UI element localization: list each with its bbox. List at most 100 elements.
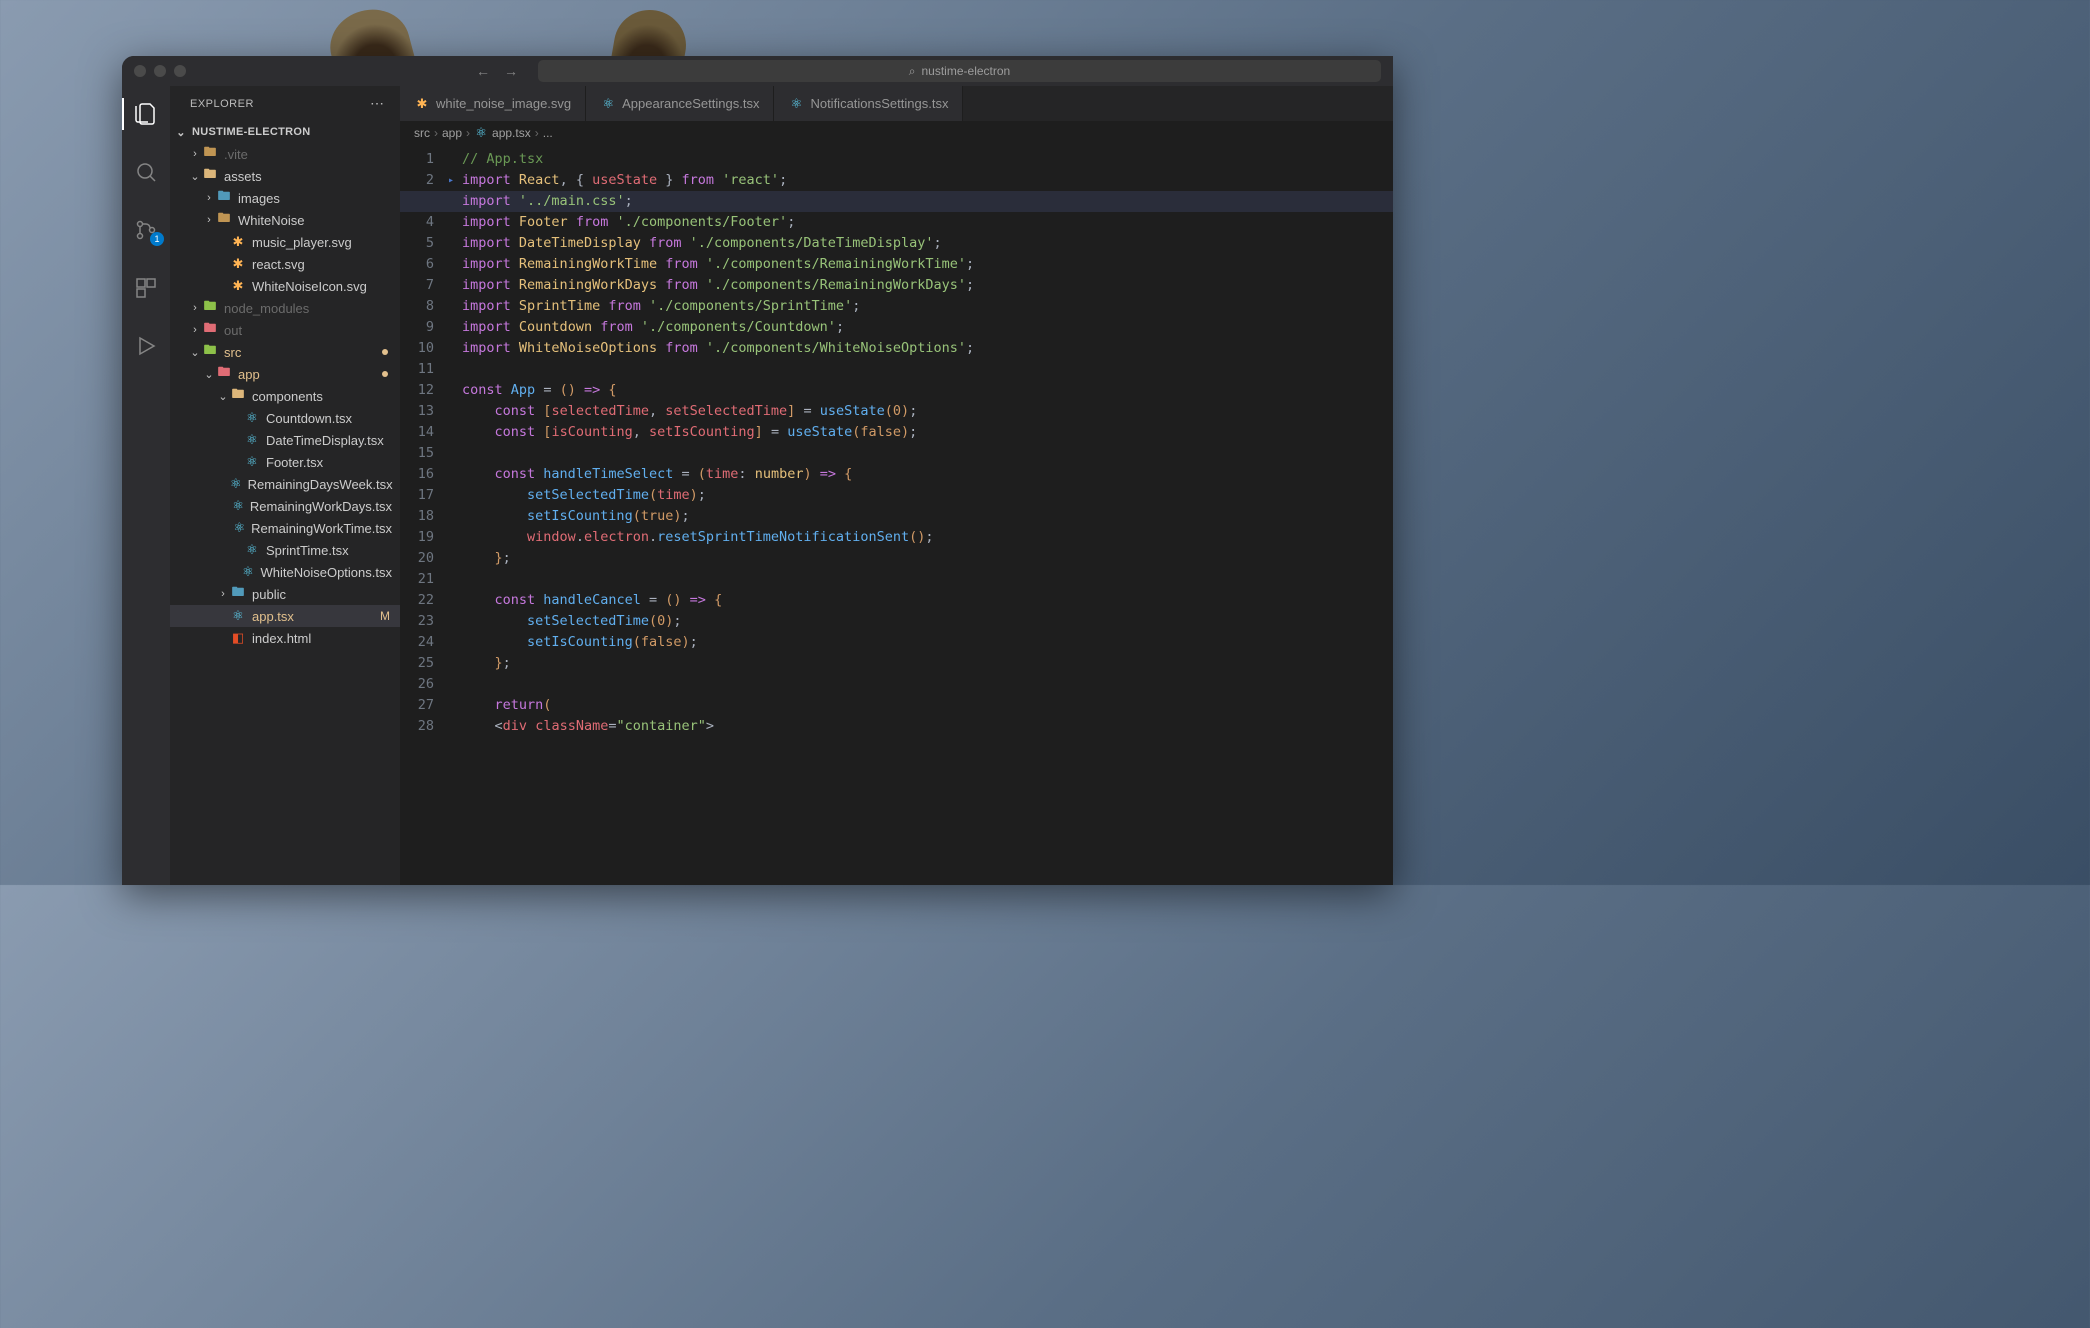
tree-label: app	[238, 367, 260, 382]
tree-folder-app[interactable]: ⌄ 🖿 app	[170, 363, 400, 385]
editor-tabs: ✱ white_noise_image.svg ⚛ AppearanceSett…	[400, 86, 1393, 121]
tree-folder-components[interactable]: ⌄ 🖿 components	[170, 385, 400, 407]
folder-icon: 🖿	[230, 388, 246, 404]
tree-file-whitenoiseicon[interactable]: ✱ WhiteNoiseIcon.svg	[170, 275, 400, 297]
fold-column: ▸▸	[448, 145, 462, 885]
tree-label: WhiteNoiseIcon.svg	[252, 279, 367, 294]
code-content[interactable]: // App.tsximport React, { useState } fro…	[462, 145, 1393, 885]
tree-file-remainingworkdays[interactable]: ⚛ RemainingWorkDays.tsx	[170, 495, 400, 517]
activity-explorer[interactable]	[122, 94, 170, 134]
folder-icon: 🖿	[216, 212, 232, 228]
tree-folder-src[interactable]: ⌄ 🖿 src	[170, 341, 400, 363]
tree-folder-public[interactable]: › 🖿 public	[170, 583, 400, 605]
react-icon: ⚛	[474, 125, 488, 141]
tab-notifications-settings[interactable]: ⚛ NotificationsSettings.tsx	[774, 86, 963, 121]
react-icon: ⚛	[230, 608, 246, 624]
html-icon: ◧	[230, 630, 246, 646]
tree-label: node_modules	[224, 301, 309, 316]
command-center[interactable]: ⌕ nustime-electron	[538, 60, 1381, 82]
tree-label: RemainingWorkTime.tsx	[251, 521, 392, 536]
activity-search[interactable]	[122, 152, 170, 192]
activity-run[interactable]	[122, 326, 170, 366]
project-header[interactable]: ⌄ NUSTIME-ELECTRON	[170, 121, 400, 143]
editor: ✱ white_noise_image.svg ⚛ AppearanceSett…	[400, 86, 1393, 885]
tab-label: NotificationsSettings.tsx	[810, 96, 948, 111]
sidebar-more-icon[interactable]: ⋯	[370, 95, 386, 112]
tab-label: AppearanceSettings.tsx	[622, 96, 759, 111]
tree-file-remainingdaysweek[interactable]: ⚛ RemainingDaysWeek.tsx	[170, 473, 400, 495]
react-icon: ⚛	[232, 498, 244, 514]
chevron-down-icon: ⌄	[188, 170, 202, 183]
chevron-right-icon: ›	[202, 214, 216, 226]
activity-scm[interactable]: 1	[122, 210, 170, 250]
tree-file-datetimedisplay[interactable]: ⚛ DateTimeDisplay.tsx	[170, 429, 400, 451]
tree-label: images	[238, 191, 280, 206]
breadcrumb-segment[interactable]: app.tsx	[492, 126, 531, 140]
tree-file-music-player[interactable]: ✱ music_player.svg	[170, 231, 400, 253]
react-icon: ⚛	[600, 96, 616, 112]
tree-folder-out[interactable]: › 🖿 out	[170, 319, 400, 341]
svg-icon: ✱	[230, 234, 246, 250]
breadcrumb-segment[interactable]: src	[414, 126, 430, 140]
project-name: NUSTIME-ELECTRON	[192, 126, 310, 138]
chevron-right-icon: ›	[188, 302, 202, 314]
tab-appearance-settings[interactable]: ⚛ AppearanceSettings.tsx	[586, 86, 774, 121]
tree-file-remainingworktime[interactable]: ⚛ RemainingWorkTime.tsx	[170, 517, 400, 539]
vscode-window: ← → ⌕ nustime-electron 1	[122, 56, 1393, 885]
tree-folder-images[interactable]: › 🖿 images	[170, 187, 400, 209]
title-bar: ← → ⌕ nustime-electron	[122, 56, 1393, 86]
chevron-right-icon: ›	[188, 148, 202, 160]
chevron-right-icon: ›	[188, 324, 202, 336]
chevron-right-icon: ›	[535, 126, 539, 140]
files-icon	[134, 102, 158, 126]
tree-file-footer[interactable]: ⚛ Footer.tsx	[170, 451, 400, 473]
chevron-right-icon: ›	[466, 126, 470, 140]
close-window[interactable]	[134, 65, 146, 77]
tree-file-countdown[interactable]: ⚛ Countdown.tsx	[170, 407, 400, 429]
tree-folder-vite[interactable]: › 🖿 .vite	[170, 143, 400, 165]
folder-icon: 🖿	[202, 322, 218, 338]
breadcrumb-segment[interactable]: ...	[543, 126, 553, 140]
tree-label: index.html	[252, 631, 311, 646]
tree-label: src	[224, 345, 241, 360]
tree-file-app-tsx[interactable]: ⚛ app.tsx M	[170, 605, 400, 627]
tree-folder-whitenoise[interactable]: › 🖿 WhiteNoise	[170, 209, 400, 231]
tab-white-noise-image[interactable]: ✱ white_noise_image.svg	[400, 86, 586, 121]
react-icon: ⚛	[244, 410, 260, 426]
tree-label: DateTimeDisplay.tsx	[266, 433, 384, 448]
tree-label: out	[224, 323, 242, 338]
tab-label: white_noise_image.svg	[436, 96, 571, 111]
svg-icon: ✱	[230, 278, 246, 294]
chevron-down-icon: ⌄	[188, 346, 202, 359]
folder-icon: 🖿	[230, 586, 246, 602]
code-area[interactable]: 1234567891011121314151617181920212223242…	[400, 145, 1393, 885]
tree-file-react-svg[interactable]: ✱ react.svg	[170, 253, 400, 275]
tree-label: RemainingDaysWeek.tsx	[248, 477, 393, 492]
activity-extensions[interactable]	[122, 268, 170, 308]
tree-label: components	[252, 389, 323, 404]
tree-file-sprinttime[interactable]: ⚛ SprintTime.tsx	[170, 539, 400, 561]
scm-badge: 1	[150, 232, 164, 246]
minimize-window[interactable]	[154, 65, 166, 77]
tree-label: Footer.tsx	[266, 455, 323, 470]
folder-icon: 🖿	[202, 146, 218, 162]
tree-folder-node-modules[interactable]: › 🖿 node_modules	[170, 297, 400, 319]
modified-dot-icon	[382, 349, 388, 355]
search-icon: ⌕	[909, 64, 916, 79]
nav-back-icon[interactable]: ←	[476, 63, 490, 79]
modified-dot-icon	[382, 371, 388, 377]
zoom-window[interactable]	[174, 65, 186, 77]
react-icon: ⚛	[788, 96, 804, 112]
breadcrumb-segment[interactable]: app	[442, 126, 462, 140]
sidebar-header: EXPLORER ⋯	[170, 86, 400, 121]
react-icon: ⚛	[244, 454, 260, 470]
tree-file-whitenoiseoptions[interactable]: ⚛ WhiteNoiseOptions.tsx	[170, 561, 400, 583]
search-icon	[134, 160, 158, 184]
nav-forward-icon[interactable]: →	[504, 63, 518, 79]
tree-label: WhiteNoise	[238, 213, 304, 228]
tree-folder-assets[interactable]: ⌄ 🖿 assets	[170, 165, 400, 187]
chevron-right-icon: ›	[434, 126, 438, 140]
tree-label: app.tsx	[252, 609, 294, 624]
breadcrumb[interactable]: src › app › ⚛ app.tsx › ...	[400, 121, 1393, 145]
tree-file-index-html[interactable]: ◧ index.html	[170, 627, 400, 649]
